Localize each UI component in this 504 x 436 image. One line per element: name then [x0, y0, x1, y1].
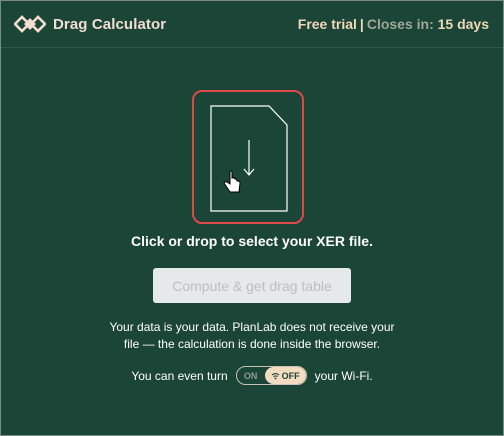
days-left-value: 15 days — [437, 16, 489, 32]
closes-in-label: Closes in: — [366, 16, 434, 32]
file-upload-graphic — [210, 105, 288, 212]
down-arrow-icon — [243, 140, 255, 176]
file-drop-zone[interactable] — [192, 90, 304, 224]
toggle-on-option[interactable]: ON — [237, 367, 265, 384]
planlab-logo-icon — [14, 15, 46, 33]
app-title: Drag Calculator — [53, 15, 167, 33]
privacy-line-2: file — the calculation is done inside th… — [123, 337, 381, 351]
privacy-line-1: Your data is your data. PlanLab does not… — [109, 320, 395, 334]
hand-cursor-icon — [223, 170, 241, 193]
drop-caption: Click or drop to select your XER file. — [131, 233, 373, 249]
wifi-row: You can even turn ON OFF your Wi-Fi. — [1, 366, 503, 385]
compute-drag-table-button[interactable]: Compute & get drag table — [153, 268, 351, 303]
toggle-off-option[interactable]: OFF — [264, 367, 306, 384]
trial-status: Free trial | Closes in: 15 days — [298, 16, 489, 32]
header-separator: | — [359, 16, 364, 32]
wifi-suffix-text: your Wi-Fi. — [314, 368, 373, 383]
header-divider — [1, 47, 503, 48]
wifi-icon — [271, 372, 280, 379]
wifi-prefix-text: You can even turn — [131, 368, 228, 383]
app-window: Drag Calculator Free trial | Closes in: 15… — [0, 0, 504, 436]
app-header: Drag Calculator Free trial | Closes in: 15… — [1, 1, 503, 47]
toggle-off-label: OFF — [281, 370, 300, 381]
wifi-toggle[interactable]: ON OFF — [235, 366, 307, 385]
privacy-notice: Your data is your data. PlanLab does not… — [1, 319, 503, 353]
free-trial-label: Free trial — [297, 16, 357, 32]
